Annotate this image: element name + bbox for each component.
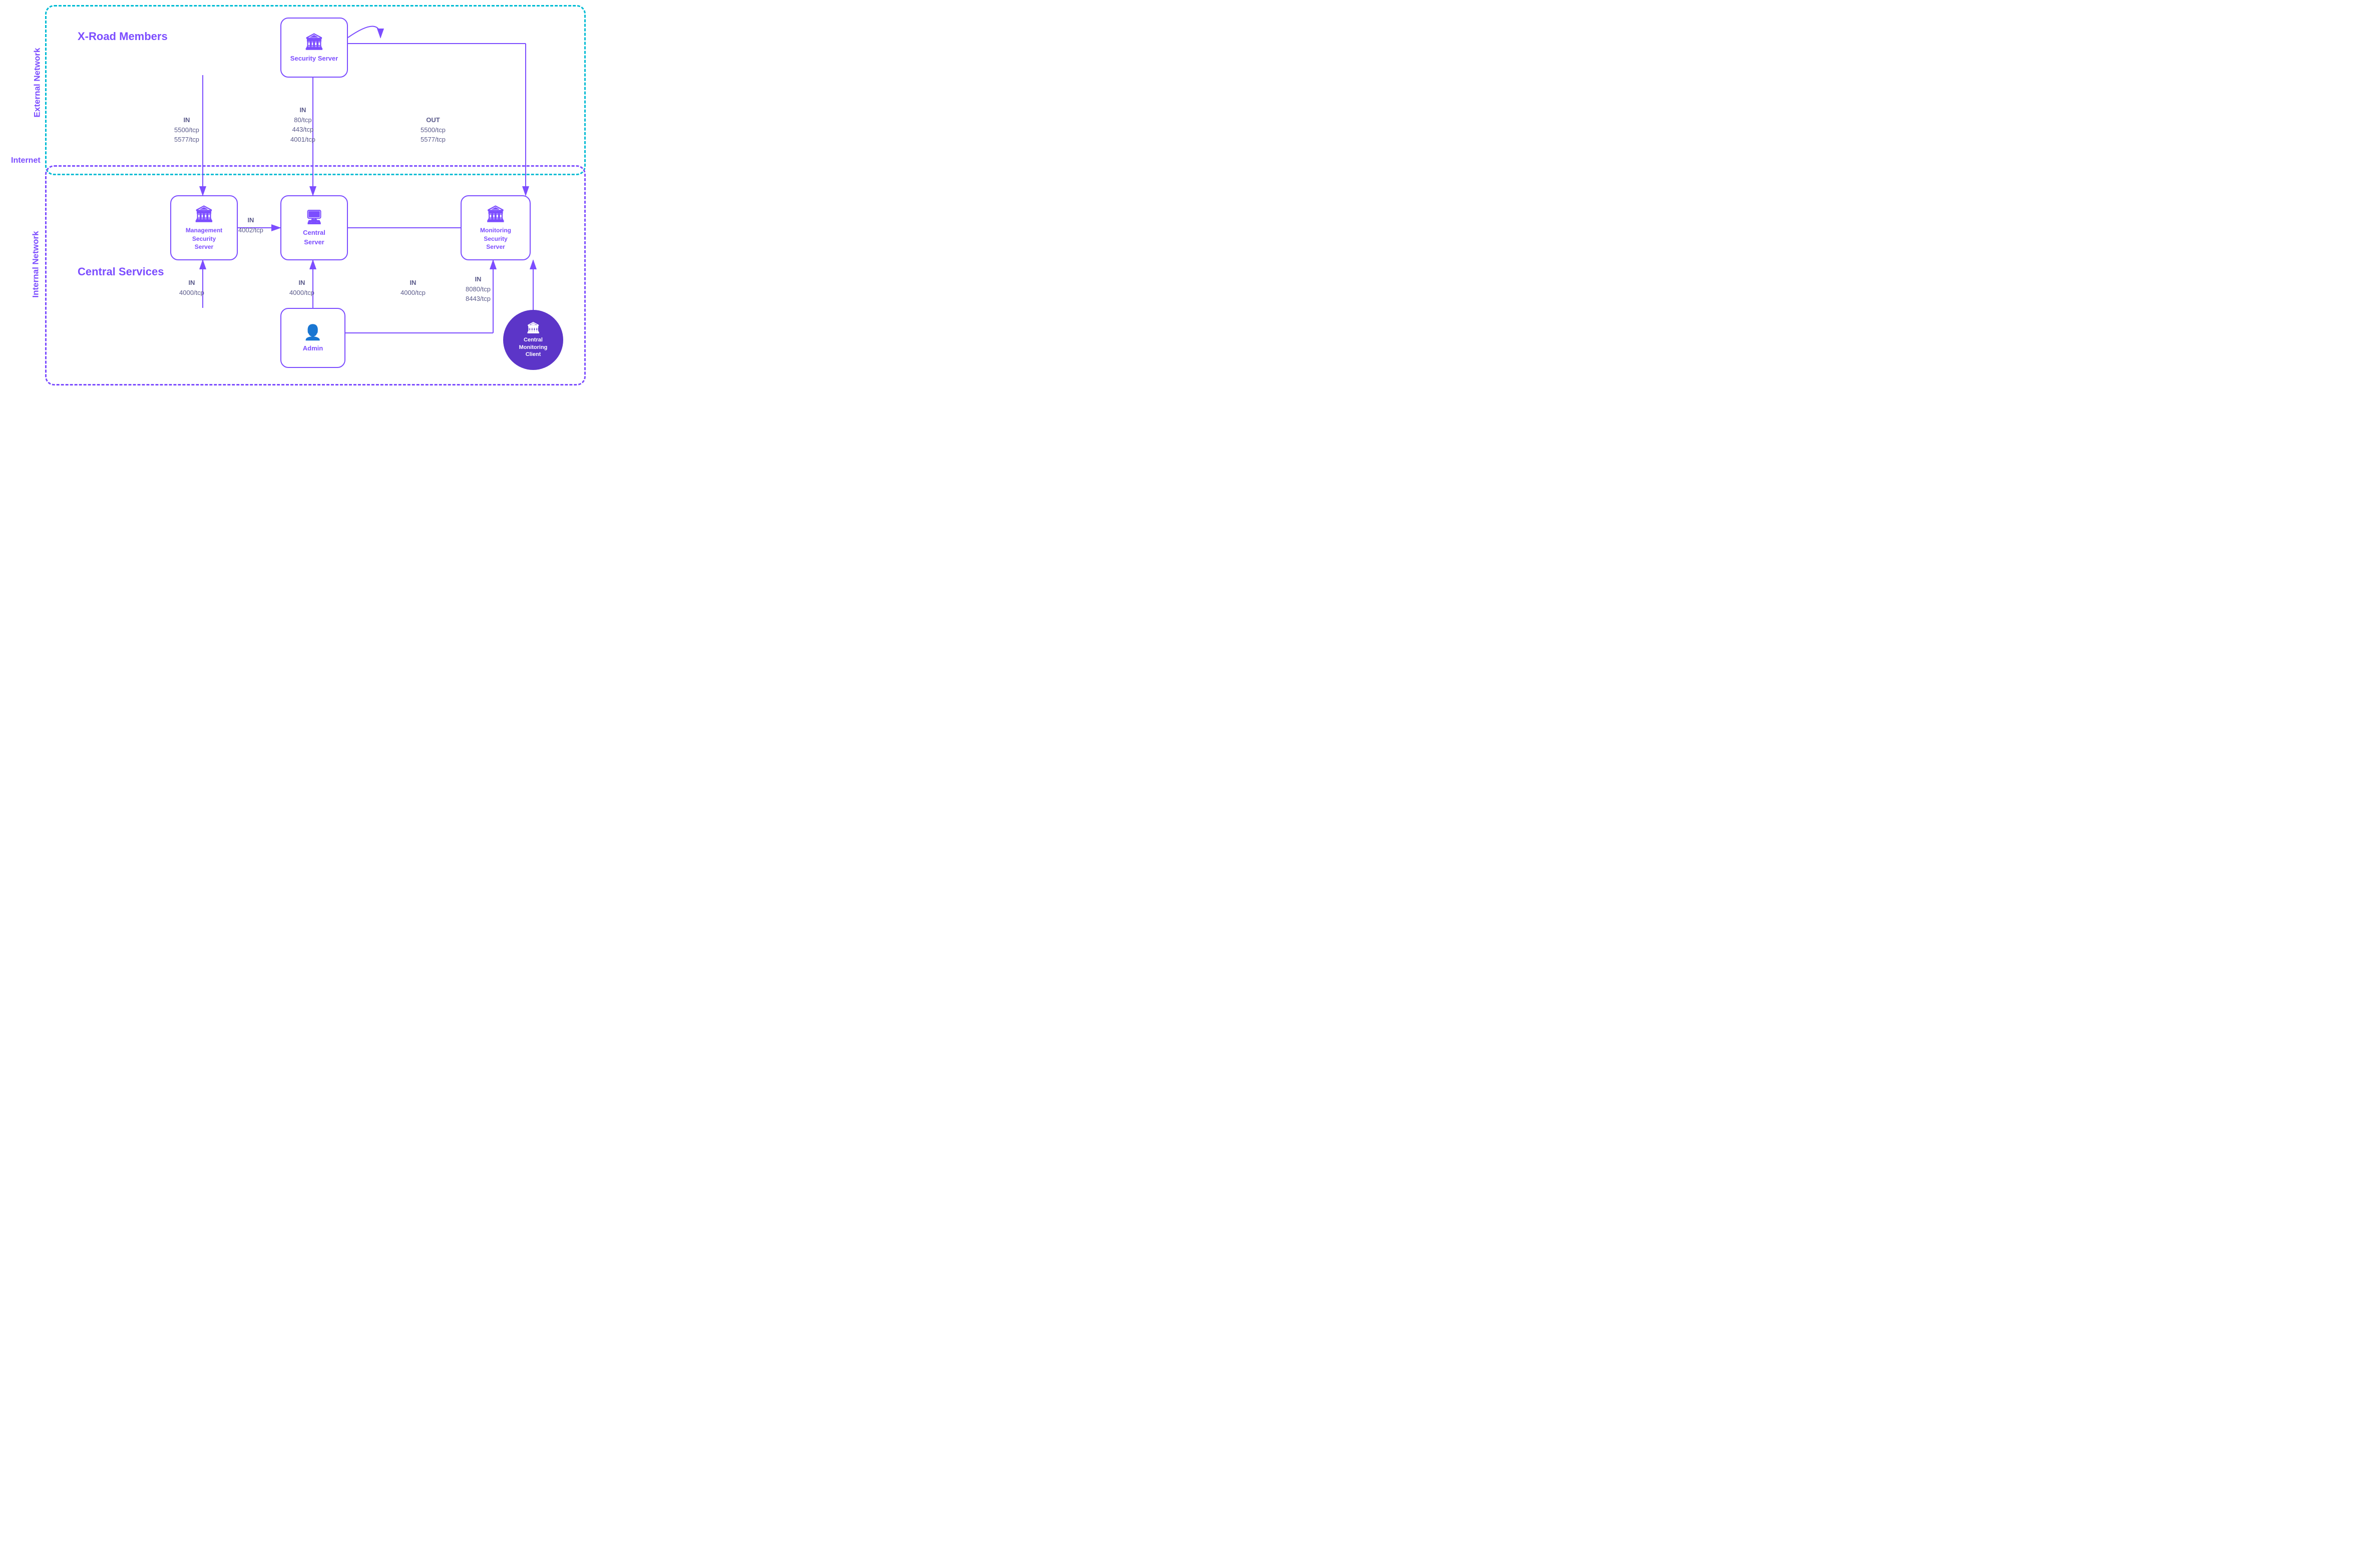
port-label-in-4002: IN 4002/tcp: [238, 215, 263, 235]
admin-box: 👤 Admin: [280, 308, 345, 368]
security-server-icon: 🏛: [304, 32, 324, 51]
port-label-in-80-443-4001: IN 80/tcp 443/tcp 4001/tcp: [290, 105, 315, 144]
management-security-server-box: 🏛 ManagementSecurityServer: [170, 195, 238, 260]
monitoring-client-label: CentralMonitoringClient: [519, 336, 548, 359]
port-label-in-4000-monitor: IN 4000/tcp: [401, 278, 426, 297]
internal-network-label: Internal Network: [31, 231, 41, 297]
port-label-in-4000-mgmt: IN 4000/tcp: [179, 278, 204, 297]
port-label-in-8080-8443: IN 8080/tcp 8443/tcp: [466, 274, 491, 304]
security-server-label: Security Server: [290, 54, 338, 63]
xroad-members-label: X-Road Members: [78, 30, 168, 43]
management-server-icon: 🏛: [194, 204, 214, 223]
central-server-label: CentralServer: [303, 228, 325, 246]
central-services-label: Central Services: [78, 265, 164, 278]
internet-label: Internet: [11, 156, 41, 165]
central-server-icon: 🖥: [305, 209, 323, 225]
admin-icon: 👤: [303, 324, 322, 341]
management-server-label: ManagementSecurityServer: [186, 226, 222, 251]
central-monitoring-client-box: 🏛 CentralMonitoringClient: [503, 310, 563, 370]
monitoring-server-icon: 🏛: [486, 204, 506, 223]
security-server-box: 🏛 Security Server: [280, 18, 348, 78]
external-network-label: External Network: [32, 48, 42, 118]
monitoring-client-icon: 🏛: [526, 321, 540, 334]
central-server-box: 🖥 CentralServer: [280, 195, 348, 260]
diagram-container: External Network Internet Internal Netwo…: [0, 0, 601, 396]
port-label-out-5500-5577: OUT 5500/tcp 5577/tcp: [421, 115, 446, 145]
port-label-in-5500-5577-left: IN 5500/tcp 5577/tcp: [174, 115, 199, 145]
port-label-in-4000-central: IN 4000/tcp: [289, 278, 314, 297]
monitoring-server-label: MonitoringSecurityServer: [480, 226, 511, 251]
monitoring-security-server-box: 🏛 MonitoringSecurityServer: [461, 195, 531, 260]
admin-label: Admin: [303, 344, 323, 352]
